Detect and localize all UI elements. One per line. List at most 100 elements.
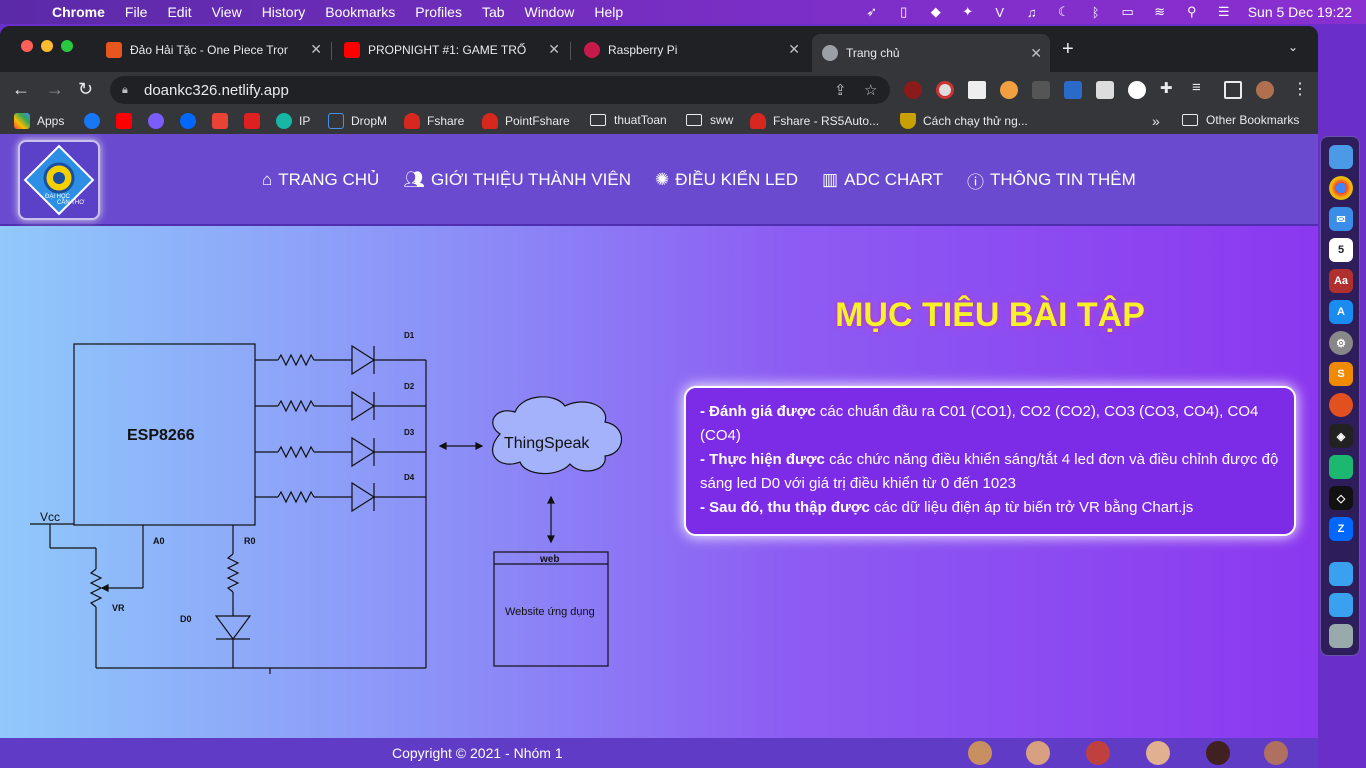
bookmark-j[interactable] xyxy=(244,113,267,129)
lock-icon[interactable]: 🔒︎ xyxy=(122,84,132,96)
folder-icon[interactable] xyxy=(1329,593,1353,617)
close-window-button[interactable] xyxy=(21,40,33,52)
chrome-icon[interactable] xyxy=(1329,176,1353,200)
unity-icon[interactable]: ◇ xyxy=(1329,486,1353,510)
vd-extension-icon[interactable] xyxy=(1096,81,1114,99)
bookmark-gmail[interactable] xyxy=(212,113,235,129)
vectorize-icon[interactable]: V xyxy=(991,5,1009,20)
grid-app-icon[interactable]: ✦ xyxy=(959,4,977,19)
close-tab-icon[interactable]: ✕ xyxy=(788,41,800,58)
bookmark-apps[interactable]: Apps xyxy=(14,113,64,129)
firefox-icon[interactable] xyxy=(1329,393,1353,417)
bookmark-zalo[interactable] xyxy=(180,113,203,129)
menubar-clock[interactable]: Sun 5 Dec 19:22 xyxy=(1248,4,1352,20)
zoom-window-button[interactable] xyxy=(61,40,73,52)
nav-thong-tin[interactable]: ⓘ THÔNG TIN THÊM xyxy=(967,168,1136,193)
address-bar[interactable]: 🔒︎ doankc326.netlify.app ⇪ ☆ xyxy=(110,76,890,104)
close-tab-icon[interactable]: ✕ xyxy=(548,41,560,58)
kebab-menu-icon[interactable]: ⋮ xyxy=(1292,79,1308,99)
menu-window[interactable]: Window xyxy=(525,4,575,20)
nav-adc-chart[interactable]: ▥ ADC CHART xyxy=(822,170,943,190)
puzzle-extensions-icon[interactable]: ✚ xyxy=(1160,79,1173,97)
battery-icon[interactable]: ▭ xyxy=(1119,4,1137,19)
menu-bookmarks[interactable]: Bookmarks xyxy=(325,4,395,20)
nav-trang-chu[interactable]: ⌂ TRANG CHỦ xyxy=(262,170,379,190)
menu-view[interactable]: View xyxy=(212,4,242,20)
participant-avatar[interactable] xyxy=(1206,741,1230,765)
dictionary-icon[interactable]: Aa xyxy=(1329,269,1353,293)
participant-avatar[interactable] xyxy=(1086,741,1110,765)
ublock-icon[interactable] xyxy=(904,81,922,99)
participant-avatar[interactable] xyxy=(1026,741,1050,765)
tab-search-chevron-icon[interactable]: ⌄ xyxy=(1288,40,1298,54)
bookmark-pointfshare[interactable]: PointFshare xyxy=(482,113,570,129)
mouse-icon[interactable]: ▯ xyxy=(895,4,913,19)
forward-arrow-icon[interactable]: → xyxy=(46,79,64,100)
reading-list-icon[interactable]: ≡ xyxy=(1192,79,1201,96)
bookmark-youtube[interactable] xyxy=(116,113,139,129)
profile-avatar[interactable] xyxy=(1256,81,1274,99)
participant-avatar[interactable] xyxy=(1264,741,1288,765)
j-extension-icon[interactable] xyxy=(1064,81,1082,99)
grid-extension-icon[interactable] xyxy=(1032,81,1050,99)
reload-icon[interactable]: ↻ xyxy=(78,79,93,100)
calendar-icon[interactable]: 5 xyxy=(1329,238,1353,262)
university-logo[interactable]: ĐẠI HỌC CẦN THƠ xyxy=(18,140,100,220)
bookmark-cach-chay[interactable]: Cách chạy thử ng... xyxy=(900,113,1028,129)
close-tab-icon[interactable]: ✕ xyxy=(1030,45,1042,62)
moon-icon[interactable]: ☾ xyxy=(1055,4,1073,19)
wifi-icon[interactable]: ≋ xyxy=(1151,4,1169,19)
bookmark-ip[interactable]: IP xyxy=(276,113,310,129)
bookmark-dropm[interactable]: DropM xyxy=(328,113,387,129)
bookmark-other[interactable]: Other Bookmarks xyxy=(1182,113,1299,127)
sublime-text-icon[interactable]: S xyxy=(1329,362,1353,386)
bluetooth-icon[interactable]: ᛒ xyxy=(1087,5,1105,20)
app-store-icon[interactable]: A xyxy=(1329,300,1353,324)
menu-app-name[interactable]: Chrome xyxy=(52,4,105,20)
more-bookmarks-chevron-icon[interactable]: » xyxy=(1152,113,1160,129)
system-preferences-icon[interactable]: ⚙ xyxy=(1329,331,1353,355)
vpn-icon[interactable]: ◈ xyxy=(1329,424,1353,448)
drive-extension-icon[interactable] xyxy=(968,81,986,99)
finder-icon[interactable] xyxy=(1329,145,1353,169)
tab-one-piece[interactable]: Đảo Hải Tặc - One Piece Trọn Bộ ✕ xyxy=(96,34,330,65)
new-tab-plus-icon[interactable]: + xyxy=(1062,38,1074,61)
extension-icon[interactable] xyxy=(1000,81,1018,99)
bookmark-star-icon[interactable]: ☆ xyxy=(864,81,877,99)
bookmark-folder-sww[interactable]: sww xyxy=(686,113,733,127)
app-icon[interactable] xyxy=(1329,455,1353,479)
json-extension-icon[interactable] xyxy=(1128,81,1146,99)
nav-gioi-thieu[interactable]: 👥︎ GIỚI THIỆU THÀNH VIÊN xyxy=(403,170,631,190)
bookmark-fshare[interactable]: Fshare xyxy=(404,113,464,129)
menu-help[interactable]: Help xyxy=(594,4,623,20)
control-center-icon[interactable]: ☰ xyxy=(1215,4,1233,19)
menu-file[interactable]: File xyxy=(125,4,148,20)
tab-raspberry-pi[interactable]: Raspberry Pi ✕ xyxy=(574,34,808,65)
back-arrow-icon[interactable]: ← xyxy=(12,79,30,100)
menu-history[interactable]: History xyxy=(262,4,306,20)
spotlight-search-icon[interactable]: ⚲ xyxy=(1183,4,1201,19)
url-text[interactable]: doankc326.netlify.app xyxy=(144,82,289,99)
bookmark-facebook[interactable] xyxy=(84,113,107,129)
menu-profiles[interactable]: Profiles xyxy=(415,4,462,20)
menu-edit[interactable]: Edit xyxy=(167,4,191,20)
tab-trang-chu[interactable]: Trang chủ ✕ xyxy=(812,34,1050,72)
close-tab-icon[interactable]: ✕ xyxy=(310,41,322,58)
blocker-icon[interactable] xyxy=(936,81,954,99)
side-panel-icon[interactable] xyxy=(1224,81,1242,99)
mail-icon[interactable]: ✉ xyxy=(1329,207,1353,231)
bookmark-messenger[interactable] xyxy=(148,113,171,129)
trash-icon[interactable] xyxy=(1329,624,1353,648)
downloads-folder-icon[interactable] xyxy=(1329,562,1353,586)
dropbox-icon[interactable]: ◆ xyxy=(927,4,945,19)
minimize-window-button[interactable] xyxy=(41,40,53,52)
bookmark-folder-thuattoan[interactable]: thuatToan xyxy=(590,113,667,127)
nav-dieu-khien-led[interactable]: ✺ ĐIỀU KIỂN LED xyxy=(655,170,798,190)
participant-avatar[interactable] xyxy=(1146,741,1170,765)
headphones-icon[interactable]: ♫ xyxy=(1023,5,1041,20)
zalo-icon[interactable]: Z xyxy=(1329,517,1353,541)
bookmark-fshare-rs5auto[interactable]: Fshare - RS5Auto... xyxy=(750,113,879,129)
participant-avatar[interactable] xyxy=(968,741,992,765)
tab-propnight[interactable]: PROPNIGHT #1: GAME TRỐN TÌM ✕ xyxy=(334,34,568,65)
share-icon[interactable]: ⇪ xyxy=(834,81,847,99)
